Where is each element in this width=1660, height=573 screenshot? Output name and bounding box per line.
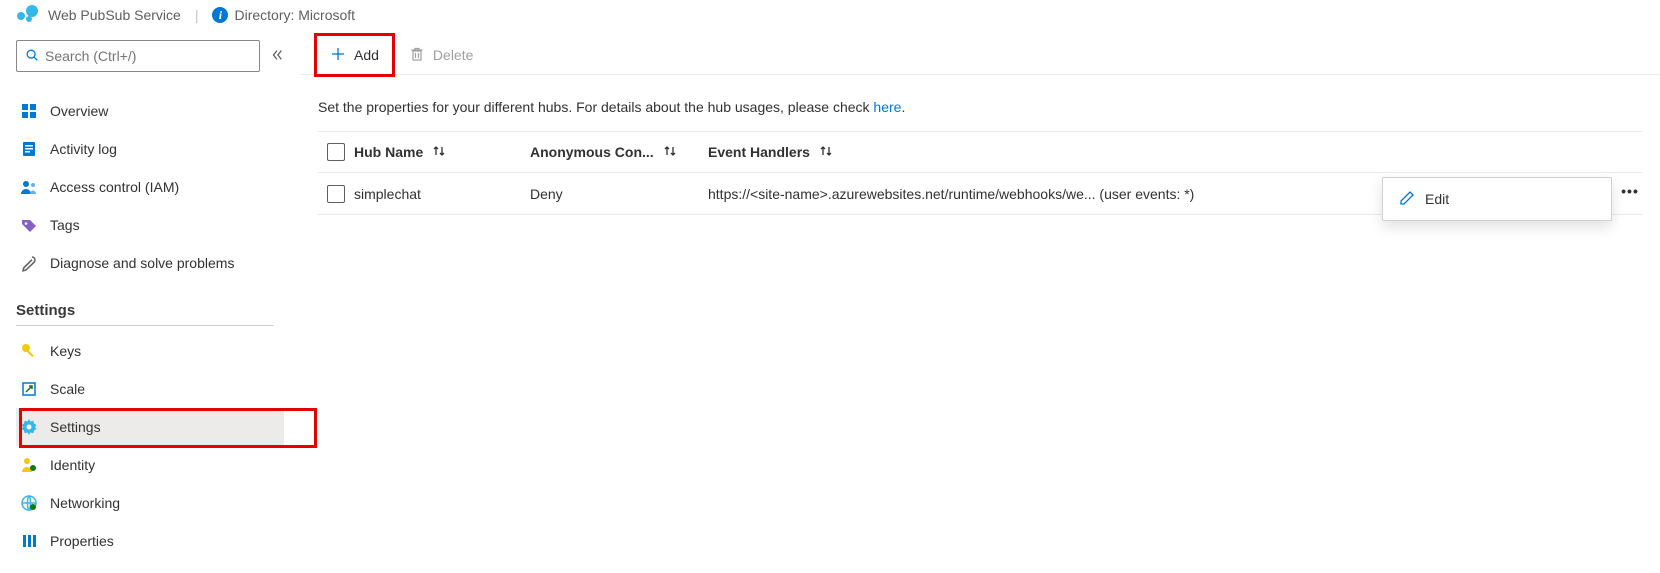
delete-button[interactable]: Delete xyxy=(397,39,485,71)
row-more-button[interactable]: ••• xyxy=(1618,183,1642,199)
description: Set the properties for your different hu… xyxy=(300,75,1660,131)
sidebar-item-activity-log[interactable]: Activity log xyxy=(16,130,284,168)
directory-label: Directory: Microsoft xyxy=(234,7,355,23)
table-header: Hub Name Anonymous Con... Event Handlers xyxy=(318,131,1642,173)
cell-hub-name: simplechat xyxy=(354,186,421,202)
sidebar-item-label: Diagnose and solve problems xyxy=(50,255,234,271)
col-label: Anonymous Con... xyxy=(530,144,654,160)
cell-anonymous: Deny xyxy=(530,186,563,202)
add-label: Add xyxy=(354,47,379,63)
main-content: Add Delete Set the properties for your d… xyxy=(300,30,1660,560)
identity-icon xyxy=(20,456,38,474)
sidebar-item-properties[interactable]: Properties xyxy=(16,522,284,560)
info-icon: i xyxy=(212,7,228,23)
sidebar-item-label: Scale xyxy=(50,381,85,397)
row-checkbox[interactable] xyxy=(327,185,345,203)
sidebar-item-label: Access control (IAM) xyxy=(50,179,179,195)
col-anonymous[interactable]: Anonymous Con... xyxy=(530,144,708,161)
directory-info[interactable]: i Directory: Microsoft xyxy=(212,7,355,23)
sort-icon xyxy=(818,144,834,161)
search-input[interactable] xyxy=(39,47,251,65)
col-label: Hub Name xyxy=(354,144,423,160)
gear-icon xyxy=(20,418,38,436)
context-menu: Edit xyxy=(1382,177,1612,221)
add-button[interactable]: Add xyxy=(318,39,391,71)
tags-icon xyxy=(20,216,38,234)
sidebar-item-access-control[interactable]: Access control (IAM) xyxy=(16,168,284,206)
sidebar-item-label: Tags xyxy=(50,217,80,233)
trash-icon xyxy=(409,46,425,65)
sidebar-item-label: Properties xyxy=(50,533,114,549)
sidebar-item-label: Settings xyxy=(50,419,101,435)
divider: | xyxy=(195,7,199,23)
sidebar-item-label: Keys xyxy=(50,343,81,359)
sidebar-item-overview[interactable]: Overview xyxy=(16,92,284,130)
sidebar-section-settings: Settings xyxy=(16,302,274,326)
scale-icon xyxy=(20,380,38,398)
cell-event-handlers: https://<site-name>.azurewebsites.net/ru… xyxy=(708,186,1194,202)
sort-icon xyxy=(431,144,447,161)
diagnose-icon xyxy=(20,254,38,272)
description-period: . xyxy=(901,99,905,115)
context-menu-edit[interactable]: Edit xyxy=(1383,178,1611,220)
sidebar-item-keys[interactable]: Keys xyxy=(16,332,284,370)
edit-icon xyxy=(1399,190,1415,209)
activity-log-icon xyxy=(20,140,38,158)
overview-icon xyxy=(20,102,38,120)
web-pubsub-icon xyxy=(16,2,40,29)
sidebar-item-tags[interactable]: Tags xyxy=(16,206,284,244)
sort-icon xyxy=(662,144,678,161)
networking-icon xyxy=(20,494,38,512)
col-event-handlers[interactable]: Event Handlers xyxy=(708,144,1642,161)
sidebar-item-label: Networking xyxy=(50,495,120,511)
sidebar: Overview Activity log Access control (IA… xyxy=(0,30,300,560)
sidebar-item-scale[interactable]: Scale xyxy=(16,370,284,408)
description-link[interactable]: here xyxy=(873,99,901,115)
keys-icon xyxy=(20,342,38,360)
sidebar-item-label: Overview xyxy=(50,103,108,119)
search-icon xyxy=(25,48,39,65)
toolbar: Add Delete xyxy=(300,36,1660,74)
description-text: Set the properties for your different hu… xyxy=(318,99,873,115)
plus-icon xyxy=(330,46,346,65)
col-hub-name[interactable]: Hub Name xyxy=(354,144,530,161)
sidebar-item-settings[interactable]: Settings xyxy=(16,408,284,446)
delete-label: Delete xyxy=(433,47,473,63)
topbar: Web PubSub Service | i Directory: Micros… xyxy=(0,0,1660,30)
service-label: Web PubSub Service xyxy=(16,2,181,29)
properties-icon xyxy=(20,532,38,550)
collapse-sidebar-icon[interactable] xyxy=(270,48,284,65)
context-menu-label: Edit xyxy=(1425,191,1449,207)
service-name: Web PubSub Service xyxy=(48,7,181,23)
search-box[interactable] xyxy=(16,40,260,72)
sidebar-item-label: Activity log xyxy=(50,141,117,157)
sidebar-item-networking[interactable]: Networking xyxy=(16,484,284,522)
access-control-icon xyxy=(20,178,38,196)
col-label: Event Handlers xyxy=(708,144,810,160)
select-all-checkbox[interactable] xyxy=(327,143,345,161)
sidebar-item-label: Identity xyxy=(50,457,95,473)
sidebar-item-identity[interactable]: Identity xyxy=(16,446,284,484)
sidebar-item-diagnose[interactable]: Diagnose and solve problems xyxy=(16,244,284,282)
